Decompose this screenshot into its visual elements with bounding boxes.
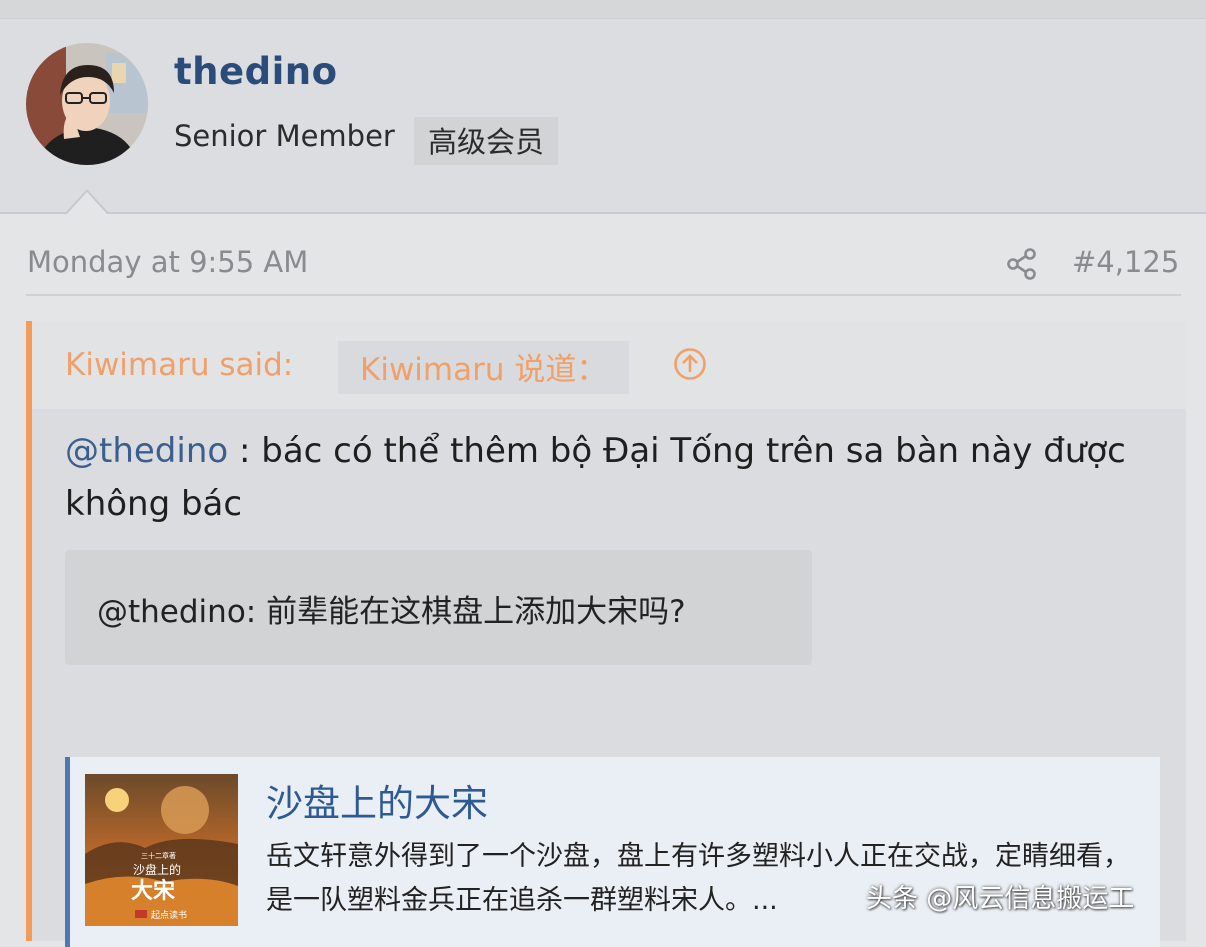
link-card-title[interactable]: 沙盘上的大宋 [266, 773, 488, 827]
cover-title-small: 沙盘上的 [133, 862, 181, 877]
cover-author: 三十二章著 [141, 851, 176, 860]
top-bar [0, 0, 1206, 19]
watermark: 头条 @风云信息搬运工 [866, 884, 1135, 914]
header-caret-inner [67, 192, 107, 214]
translation-text: @thedino: 前辈能在这棋盘上添加大宋吗? [97, 594, 686, 630]
post-number[interactable]: #4,125 [1072, 245, 1179, 279]
arrow-up-circle-icon[interactable] [673, 347, 707, 381]
avatar-image [26, 43, 148, 165]
author-username[interactable]: thedino [174, 50, 338, 93]
post-author-header [0, 19, 1206, 214]
share-icon[interactable] [1006, 247, 1038, 281]
author-role-translation: 高级会员 [414, 117, 559, 165]
author-avatar[interactable] [26, 43, 148, 165]
quote-attribution[interactable]: Kiwimaru said: [65, 347, 293, 383]
quote-block: Kiwimaru said: Kiwimaru 说道： @thedino : b… [26, 321, 1186, 947]
quote-text: @thedino : bác có thể thêm bộ Đại Tống t… [65, 425, 1155, 531]
quote-attribution-translation: Kiwimaru 说道： [338, 341, 630, 394]
cover-title-big: 大宋 [131, 878, 175, 904]
post-timestamp[interactable]: Monday at 9:55 AM [27, 245, 308, 279]
author-role: Senior Member [174, 119, 395, 153]
mention-link[interactable]: @thedino [65, 431, 228, 471]
link-preview-card[interactable]: 三十二章著 沙盘上的 大宋 起点读书 沙盘上的大宋 岳文轩意外得到了一个沙盘，盘… [65, 757, 1160, 947]
post-divider [26, 294, 1181, 296]
cover-publisher: 起点读书 [151, 909, 187, 921]
translation-box: @thedino: 前辈能在这棋盘上添加大宋吗? [65, 550, 812, 665]
book-cover-image[interactable]: 三十二章著 沙盘上的 大宋 起点读书 [85, 774, 238, 926]
